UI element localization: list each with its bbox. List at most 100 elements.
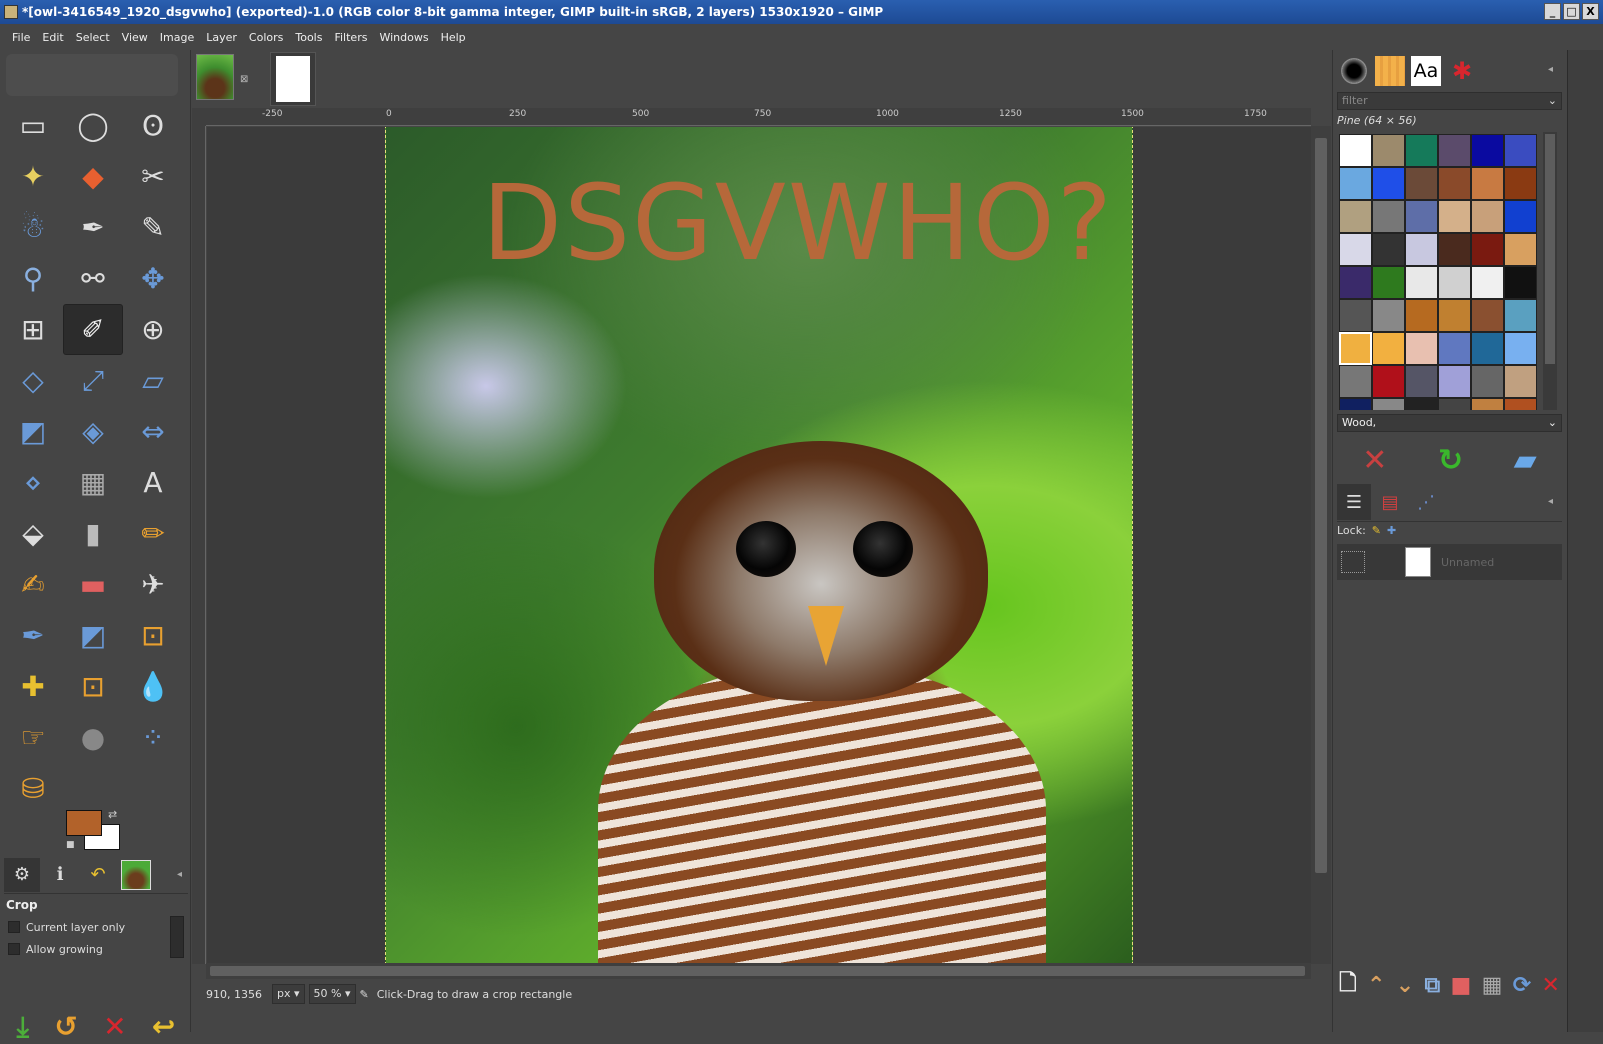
- pattern-swatch[interactable]: [1405, 398, 1438, 410]
- pattern-swatch[interactable]: [1405, 167, 1438, 200]
- airbrush-tool-icon[interactable]: ✈: [123, 559, 183, 610]
- mypaint-brush-tool-icon[interactable]: ◩: [63, 610, 123, 661]
- save-preset-icon[interactable]: ⤓: [17, 1010, 29, 1044]
- tag-entry[interactable]: Wood, ⌄: [1337, 414, 1562, 432]
- pattern-filter-input[interactable]: filter ⌄: [1337, 92, 1562, 110]
- open-pattern-as-image-icon[interactable]: ▰: [1514, 443, 1537, 478]
- cage-transform-tool-icon[interactable]: ⋄: [3, 457, 63, 508]
- free-select-tool-icon[interactable]: ʘ: [123, 100, 183, 151]
- layer-row[interactable]: Unnamed: [1337, 544, 1562, 580]
- pattern-swatch[interactable]: [1438, 365, 1471, 398]
- pattern-swatch[interactable]: [1339, 134, 1372, 167]
- pattern-swatch[interactable]: [1372, 398, 1405, 410]
- select-by-color-tool-icon[interactable]: ◆: [63, 151, 123, 202]
- pattern-swatch[interactable]: [1372, 299, 1405, 332]
- pattern-swatch[interactable]: [1471, 266, 1504, 299]
- layer-name[interactable]: Unnamed: [1441, 556, 1494, 569]
- pattern-swatch[interactable]: [1339, 365, 1372, 398]
- pattern-swatch[interactable]: [1438, 332, 1471, 365]
- merge-layer-icon[interactable]: ⟳: [1513, 973, 1531, 998]
- channels-icon[interactable]: ▤: [1373, 484, 1407, 520]
- unit-select[interactable]: px ▾: [272, 984, 305, 1004]
- canvas-area[interactable]: DSGVWHO?: [207, 127, 1311, 963]
- reset-options-icon[interactable]: ↩: [152, 1010, 175, 1044]
- menu-tools[interactable]: Tools: [289, 31, 328, 44]
- pattern-swatch[interactable]: [1471, 200, 1504, 233]
- gradient-tool-icon[interactable]: ▮: [63, 508, 123, 559]
- pattern-swatch[interactable]: [1471, 134, 1504, 167]
- options-scrollbar[interactable]: [170, 916, 184, 958]
- paths-icon[interactable]: ⋰: [1409, 484, 1443, 520]
- scrollbar-thumb[interactable]: [1315, 138, 1327, 873]
- menu-colors[interactable]: Colors: [243, 31, 289, 44]
- flip-tool-icon[interactable]: ⇔: [123, 406, 183, 457]
- pattern-swatch[interactable]: [1504, 332, 1537, 365]
- scrollbar-thumb[interactable]: [210, 966, 1305, 976]
- pattern-swatch[interactable]: [1438, 167, 1471, 200]
- pattern-swatch[interactable]: [1471, 365, 1504, 398]
- pattern-swatch[interactable]: [1372, 365, 1405, 398]
- menu-image[interactable]: Image: [154, 31, 200, 44]
- pattern-swatch[interactable]: [1471, 167, 1504, 200]
- pattern-swatch[interactable]: [1372, 167, 1405, 200]
- pattern-swatch[interactable]: [1504, 365, 1537, 398]
- vertical-ruler[interactable]: [192, 126, 206, 964]
- paintbrush-tool-icon[interactable]: ✍: [3, 559, 63, 610]
- zoom-select[interactable]: 50 % ▾: [308, 984, 356, 1004]
- delete-layer-icon[interactable]: ✕: [1542, 973, 1560, 998]
- eraser-tool-icon[interactable]: ▬: [63, 559, 123, 610]
- pattern-swatch[interactable]: [1438, 200, 1471, 233]
- pattern-swatch[interactable]: [1339, 398, 1372, 410]
- visibility-toggle[interactable]: [1341, 551, 1365, 573]
- text-tool-icon[interactable]: A: [123, 457, 183, 508]
- pattern-swatch[interactable]: [1504, 233, 1537, 266]
- refresh-patterns-icon[interactable]: ↻: [1438, 443, 1463, 478]
- anchor-layer-icon[interactable]: ■: [1451, 973, 1472, 998]
- measure-tool-icon[interactable]: ⚯: [63, 253, 123, 304]
- menu-file[interactable]: File: [6, 31, 36, 44]
- 3d-transform-tool-icon[interactable]: ◈: [63, 406, 123, 457]
- pattern-swatch[interactable]: [1438, 233, 1471, 266]
- ellipse-select-tool-icon[interactable]: ◯: [63, 100, 123, 151]
- pattern-swatch[interactable]: [1504, 200, 1537, 233]
- close-button[interactable]: X: [1582, 3, 1599, 20]
- pattern-swatch[interactable]: [1339, 266, 1372, 299]
- unified-transform-tool-icon[interactable]: ⊕: [123, 304, 183, 355]
- image-canvas[interactable]: DSGVWHO?: [385, 127, 1133, 963]
- color-picker-tool-icon[interactable]: ✎: [123, 202, 183, 253]
- fonts-tab[interactable]: Aa: [1409, 54, 1443, 88]
- perspective-clone-tool-icon[interactable]: ⊡: [63, 661, 123, 712]
- pattern-swatch[interactable]: [1339, 167, 1372, 200]
- menu-filters[interactable]: Filters: [328, 31, 373, 44]
- pattern-swatch[interactable]: [1405, 200, 1438, 233]
- zoom-tool-icon[interactable]: ⚲: [3, 253, 63, 304]
- allow-growing-option[interactable]: Allow growing: [4, 938, 188, 960]
- horizontal-scrollbar[interactable]: [206, 963, 1311, 979]
- pattern-swatch[interactable]: [1438, 398, 1471, 410]
- menu-select[interactable]: Select: [70, 31, 116, 44]
- pattern-swatch[interactable]: [1339, 299, 1372, 332]
- default-colors-icon[interactable]: ■: [66, 840, 75, 850]
- pattern-swatch[interactable]: [1471, 398, 1504, 410]
- pattern-swatch[interactable]: [1339, 233, 1372, 266]
- fuzzy-select-tool-icon[interactable]: ✦: [3, 151, 63, 202]
- pattern-swatch[interactable]: [1504, 398, 1537, 410]
- pattern-swatch[interactable]: [1471, 299, 1504, 332]
- warp-transform-tool-icon[interactable]: ▦: [63, 457, 123, 508]
- mask-layer-icon[interactable]: ▦: [1482, 973, 1503, 998]
- delete-pattern-icon[interactable]: ✕: [1362, 443, 1387, 478]
- pattern-swatch[interactable]: [1405, 365, 1438, 398]
- wilber-drop-area[interactable]: [6, 54, 178, 96]
- pattern-swatch[interactable]: [1504, 266, 1537, 299]
- clone-tool-icon[interactable]: ⊡: [123, 610, 183, 661]
- pattern-swatch[interactable]: [1372, 200, 1405, 233]
- lock-position-icon[interactable]: ✚: [1387, 524, 1396, 537]
- brushes-tab[interactable]: [1337, 54, 1371, 88]
- pattern-swatch[interactable]: [1438, 299, 1471, 332]
- patterns-scrollbar[interactable]: [1543, 132, 1557, 410]
- rotate-tool-icon[interactable]: ◇: [3, 355, 63, 406]
- vertical-scrollbar[interactable]: [1311, 126, 1331, 964]
- minimize-button[interactable]: _: [1544, 3, 1561, 20]
- horizontal-ruler[interactable]: -250 0 250 500 750 1000 1250 1500 1750: [206, 108, 1311, 126]
- chevron-down-icon[interactable]: ⌄: [1548, 93, 1557, 109]
